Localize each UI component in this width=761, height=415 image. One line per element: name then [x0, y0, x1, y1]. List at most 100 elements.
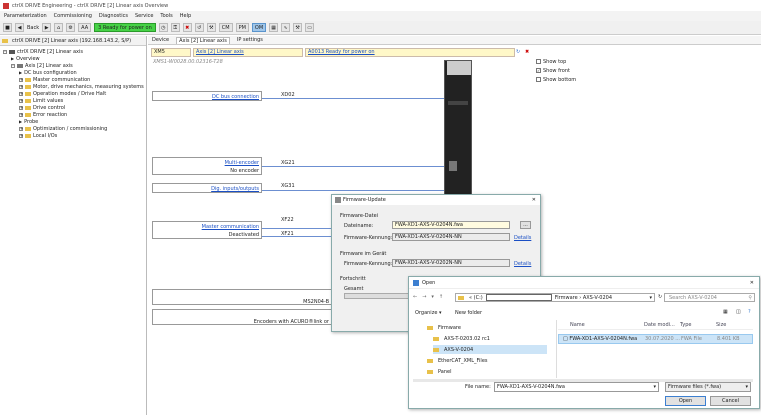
nav-forward-icon[interactable]: → — [422, 294, 426, 300]
tree-item[interactable]: + Optimization / commissioning — [0, 125, 146, 132]
graph-icon[interactable]: ∿ — [281, 23, 291, 32]
search-input[interactable]: Search AXS-V-0204 ⚲ — [664, 293, 755, 302]
address-dropdown-icon[interactable]: ▾ — [649, 295, 652, 301]
nav-up-icon[interactable]: ↑ — [439, 294, 443, 300]
new-folder-button[interactable]: New folder — [455, 310, 482, 316]
menu-diagnostics[interactable]: Diagnostics — [99, 13, 128, 19]
menu-commissioning[interactable]: Commissioning — [54, 13, 92, 19]
device-details-link[interactable]: Details — [514, 261, 531, 267]
expand-icon[interactable]: + — [19, 105, 23, 110]
view-options-icon[interactable]: ▦ — [723, 309, 728, 315]
address-edit-box[interactable] — [485, 294, 552, 301]
dc-bus-link[interactable]: DC bus connection — [212, 94, 259, 100]
menu-tools[interactable]: Tools — [160, 13, 172, 19]
lock-icon[interactable]: ⚿ — [170, 23, 180, 32]
forward-icon[interactable]: ▶ — [42, 23, 52, 32]
open-dialog-close-icon[interactable]: ✕ — [750, 280, 754, 286]
monitor-icon[interactable]: ▭ — [305, 23, 315, 32]
file-name-input[interactable]: FWA-XD1-AXS-V-0204N.fwa ▾ — [494, 382, 659, 392]
organize-menu[interactable]: Organize ▾ — [415, 310, 442, 316]
back-icon[interactable]: ◀ — [15, 23, 24, 32]
device-selector[interactable]: ctrlX DRIVE [2] Linear axis (192.168.143… — [0, 36, 146, 46]
tree-item-label: Axis [2] Linear axis — [25, 62, 73, 69]
nav-item[interactable]: Panel — [427, 367, 547, 376]
refresh-icon[interactable]: ↻ — [516, 49, 520, 55]
browse-button[interactable]: ... — [520, 221, 531, 229]
file-type-select[interactable]: Firmware files (*.fwa) ▾ — [665, 382, 751, 392]
nav-item[interactable]: EtherCAT_XML_Files — [427, 356, 547, 365]
clock-icon[interactable]: ◷ — [158, 23, 168, 32]
show-top-checkbox[interactable] — [536, 59, 541, 64]
nav-item[interactable]: AXS-T-0203.02 rc1 — [433, 334, 547, 343]
file-row[interactable]: □ FWA-XD1-AXS-V-0204N.fwa 30.07.2020 ...… — [558, 334, 753, 344]
show-bottom-checkbox[interactable] — [536, 77, 541, 82]
show-bottom-option[interactable]: Show bottom — [536, 77, 576, 83]
refresh-folder-icon[interactable]: ↻ — [658, 294, 662, 300]
expand-icon[interactable]: + — [19, 98, 23, 103]
tree-item[interactable]: ▶ DC bus configuration — [0, 69, 146, 76]
expand-icon[interactable]: + — [19, 126, 23, 131]
wrench-icon[interactable]: ⚒ — [293, 23, 303, 32]
open-dialog-titlebar: Open ✕ — [409, 277, 759, 289]
home-icon[interactable]: ⌂ — [54, 23, 64, 32]
cancel-button[interactable]: Cancel — [710, 396, 751, 406]
tree-item[interactable]: - ctrlX DRIVE [2] Linear axis — [0, 48, 146, 55]
nav-back-icon[interactable]: ← — [413, 294, 417, 300]
column-name[interactable]: Name — [558, 322, 644, 328]
dig-io-link[interactable]: Dig. inputs/outputs — [211, 186, 259, 192]
expand-icon[interactable]: - — [11, 63, 15, 68]
multi-encoder-link[interactable]: Multi-encoder — [225, 160, 259, 166]
tab-axis[interactable]: Axis [2] Linear axis — [176, 36, 230, 44]
expand-icon[interactable]: + — [19, 112, 23, 117]
tree-item[interactable]: + Motor, drive mechanics, measuring syste… — [0, 83, 146, 90]
tree-item[interactable]: - Axis [2] Linear axis — [0, 62, 146, 69]
tree-item[interactable]: ▶ Probe — [0, 118, 146, 125]
menu-help[interactable]: Help — [180, 13, 191, 19]
tools-icon[interactable]: ⚒ — [206, 23, 216, 32]
expand-icon[interactable]: - — [3, 49, 7, 54]
column-date[interactable]: Date modi... — [644, 322, 680, 328]
column-size[interactable]: Size — [716, 322, 746, 328]
file-name-dropdown-icon[interactable]: ▾ — [653, 384, 656, 390]
om-button[interactable]: OM — [251, 23, 267, 32]
nav-item[interactable]: AXS-V-0204 — [433, 345, 547, 354]
tree-item[interactable]: + Operation modes / Drive Halt — [0, 90, 146, 97]
error-icon[interactable]: ✖ — [525, 49, 529, 55]
pm-button[interactable]: PM — [235, 23, 249, 32]
show-front-option[interactable]: ✓ Show front — [536, 68, 570, 74]
expand-icon[interactable]: + — [19, 133, 23, 138]
stop-icon[interactable]: ✖ — [182, 23, 192, 32]
close-icon[interactable]: ✕ — [532, 197, 536, 203]
show-top-option[interactable]: Show top — [536, 59, 566, 65]
address-bar[interactable]: « (C:) Firmware › AXS-V-0204 ▾ — [455, 293, 655, 302]
tree-item[interactable]: + Limit values — [0, 97, 146, 104]
menu-parameterization[interactable]: Parameterization — [4, 13, 47, 19]
tree-item[interactable]: ▶ Overview — [0, 55, 146, 62]
open-button[interactable]: Open — [665, 396, 706, 406]
expand-icon[interactable]: + — [19, 84, 23, 89]
reset-icon[interactable]: ↺ — [194, 23, 204, 32]
master-comm-link[interactable]: Master communication — [202, 224, 259, 230]
tree-item[interactable]: + Local I/Os — [0, 132, 146, 139]
tab-ip-settings[interactable]: IP settings — [235, 37, 265, 43]
column-type[interactable]: Type — [680, 322, 716, 328]
nav-recent-icon[interactable]: ▾ — [431, 294, 434, 300]
firmware-filename-field[interactable]: FWA-XD1-AXS-V-0204N.fwa — [392, 221, 510, 229]
tree-item[interactable]: + Drive control — [0, 104, 146, 111]
tab-device[interactable]: Device — [150, 37, 171, 43]
preview-pane-icon[interactable]: ◫ — [736, 309, 741, 315]
expand-icon[interactable]: + — [19, 91, 23, 96]
show-front-checkbox[interactable]: ✓ — [536, 68, 541, 73]
settings-icon[interactable]: ⚙ — [66, 23, 76, 32]
tree-item[interactable]: + Error reaction — [0, 111, 146, 118]
menu-service[interactable]: Service — [135, 13, 153, 19]
file-details-link[interactable]: Details — [514, 235, 531, 241]
nav-item[interactable]: Firmware — [427, 323, 547, 332]
cm-button[interactable]: CM — [218, 23, 233, 32]
save-icon[interactable]: ■ — [3, 23, 12, 32]
help-icon[interactable]: ? — [748, 309, 751, 315]
grid-icon[interactable]: ▦ — [269, 23, 279, 32]
tree-item[interactable]: + Master communication — [0, 76, 146, 83]
expand-icon[interactable]: + — [19, 77, 23, 82]
back-button[interactable]: Back — [27, 25, 39, 31]
